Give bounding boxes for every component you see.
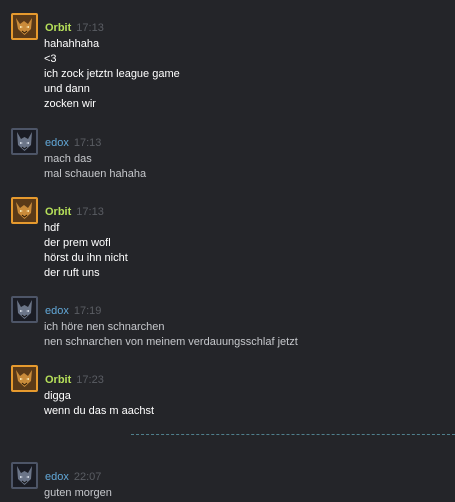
- avatar[interactable]: [11, 13, 38, 40]
- timestamp: 17:13: [76, 206, 104, 218]
- message-line: digga: [44, 390, 71, 402]
- author-name[interactable]: Orbit: [45, 206, 71, 218]
- message-header: edox 17:13: [45, 133, 101, 149]
- avatar[interactable]: [11, 128, 38, 155]
- message-header: Orbit 17:13: [45, 18, 104, 34]
- message-line: wenn du das m aachst: [44, 405, 155, 417]
- timestamp: 17:23: [76, 374, 104, 386]
- message-body: hdf der prem wofl hörst du ihn nicht der…: [44, 221, 128, 281]
- edox-avatar-icon: [13, 464, 36, 487]
- message-body: ich höre nen schnarchen nen schnarchen v…: [44, 320, 298, 350]
- message-header: edox 17:19: [45, 301, 101, 317]
- message-body: guten morgen: [44, 486, 112, 501]
- author-name[interactable]: edox: [45, 137, 69, 149]
- avatar[interactable]: [11, 462, 38, 489]
- message-line: <3: [44, 53, 57, 65]
- new-messages-divider: [131, 434, 455, 435]
- message-header: edox 22:07: [45, 467, 101, 483]
- author-name[interactable]: edox: [45, 471, 69, 483]
- edox-avatar-icon: [13, 298, 36, 321]
- message-line: mal schauen hahaha: [44, 168, 147, 180]
- message-body: hahahhaha <3 ich zock jetztn league game…: [44, 37, 180, 112]
- message-line: hahahhaha: [44, 38, 100, 50]
- avatar[interactable]: [11, 365, 38, 392]
- message-line: hdf: [44, 222, 60, 234]
- message-header: Orbit 17:23: [45, 370, 104, 386]
- timestamp: 22:07: [73, 471, 102, 483]
- message-line: hörst du ihn nicht: [44, 252, 128, 264]
- message-line: guten morgen: [44, 487, 112, 499]
- avatar[interactable]: [11, 296, 38, 323]
- timestamp: 17:19: [73, 305, 102, 317]
- message-line: zocken wir: [44, 98, 96, 110]
- message-line: ich zock jetztn league game: [44, 68, 180, 80]
- orbit-avatar-icon: [13, 15, 36, 38]
- edox-avatar-icon: [13, 130, 36, 153]
- message-line: nen schnarchen von meinem verdauungsschl…: [44, 336, 298, 348]
- timestamp: 17:13: [73, 137, 102, 149]
- message-line: der prem wofl: [44, 237, 111, 249]
- orbit-avatar-icon: [13, 367, 36, 390]
- avatar[interactable]: [11, 197, 38, 224]
- author-name[interactable]: Orbit: [45, 22, 71, 34]
- message-line: und dann: [44, 83, 90, 95]
- author-name[interactable]: edox: [45, 305, 69, 317]
- orbit-avatar-icon: [13, 199, 36, 222]
- message-line: ich höre nen schnarchen: [44, 321, 165, 333]
- message-line: mach das: [44, 153, 92, 165]
- message-line: der ruft uns: [44, 267, 100, 279]
- message-body: mach das mal schauen hahaha: [44, 152, 146, 182]
- timestamp: 17:13: [76, 22, 104, 34]
- author-name[interactable]: Orbit: [45, 374, 71, 386]
- message-header: Orbit 17:13: [45, 202, 104, 218]
- message-body: digga wenn du das m aachst: [44, 389, 154, 419]
